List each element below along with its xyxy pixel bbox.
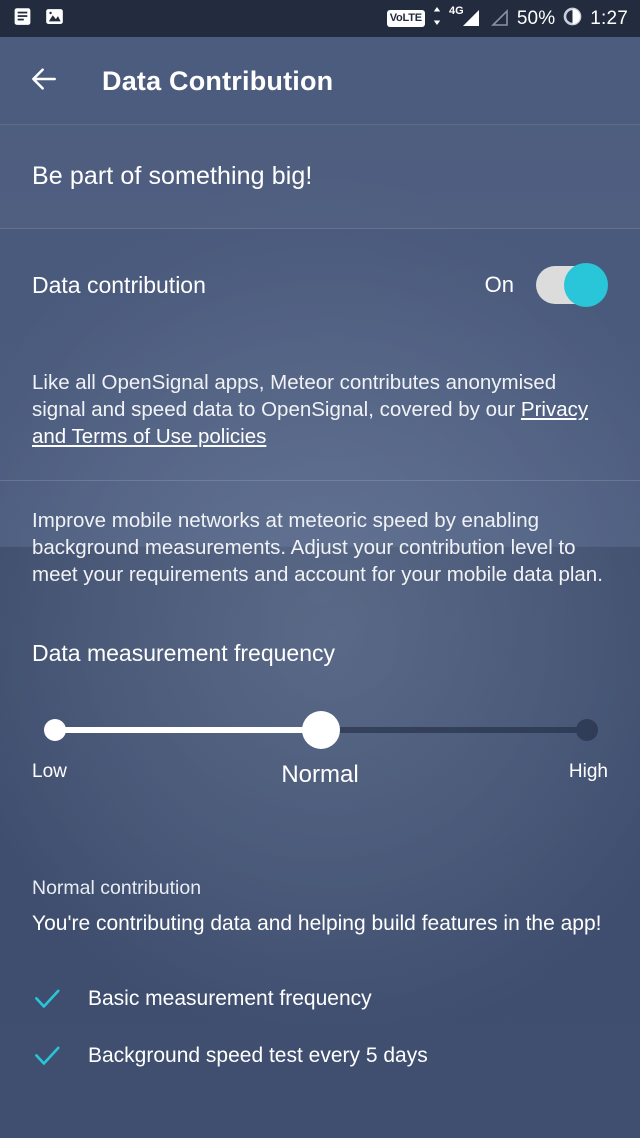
privacy-paragraph: Like all OpenSignal apps, Meteor contrib… <box>32 369 608 450</box>
hero-banner: Be part of something big! <box>0 125 640 228</box>
slider-thumb[interactable] <box>302 711 340 749</box>
battery-circle-icon <box>562 6 583 32</box>
check-icon <box>32 984 66 1014</box>
feature-label: Background speed test every 5 days <box>88 1043 428 1067</box>
frequency-slider-wrapper: Low Normal High <box>0 703 640 823</box>
battery-percent-label: 50% <box>516 8 556 29</box>
volte-badge: VoLTE <box>386 10 425 27</box>
image-icon <box>44 6 65 32</box>
slider-label-normal: Normal <box>281 761 359 788</box>
list-item: Basic measurement frequency <box>32 970 608 1027</box>
status-bar: VoLTE 4G 50% 1:27 <box>0 0 640 37</box>
data-contribution-switch[interactable] <box>536 263 608 307</box>
contribution-summary: Normal contribution You're contributing … <box>0 877 640 936</box>
app-bar: Data Contribution <box>0 37 640 125</box>
list-item: Background speed test every 5 days <box>32 1027 608 1084</box>
privacy-text: Like all OpenSignal apps, Meteor contrib… <box>32 371 557 421</box>
frequency-slider[interactable] <box>44 711 598 749</box>
switch-thumb <box>564 263 608 307</box>
svg-text:4G: 4G <box>449 5 464 17</box>
hero-headline: Be part of something big! <box>32 162 313 190</box>
frequency-section-title: Data measurement frequency <box>32 640 335 666</box>
content-scroll-area: Be part of something big! Data contribut… <box>0 125 640 1084</box>
status-bar-notifications <box>12 6 65 32</box>
description-paragraph: Improve mobile networks at meteoric spee… <box>32 509 603 586</box>
status-bar-indicators: VoLTE 4G 50% 1:27 <box>386 4 628 33</box>
data-contribution-state-label: On <box>484 272 514 297</box>
arrow-left-icon <box>28 63 60 100</box>
slider-label-high: High <box>568 761 608 782</box>
check-icon <box>32 1041 66 1071</box>
message-icon <box>12 6 33 32</box>
feature-list: Basic measurement frequency Background s… <box>0 970 640 1084</box>
slider-tick-low[interactable] <box>44 719 66 741</box>
clock-label: 1:27 <box>590 7 628 29</box>
page-title: Data Contribution <box>102 65 334 96</box>
slider-label-low: Low <box>32 761 67 782</box>
data-contribution-label: Data contribution <box>32 271 206 298</box>
data-transfer-icon <box>432 6 442 31</box>
signal-bars-4g-icon: 4G <box>449 4 483 33</box>
app-screen: VoLTE 4G 50% 1:27 Data Contribution Be p… <box>0 0 640 1138</box>
contribution-level-title: Normal contribution <box>32 877 202 899</box>
description-block: Improve mobile networks at meteoric spee… <box>0 481 640 588</box>
contribution-level-description: You're contributing data and helping bui… <box>32 912 602 935</box>
back-button[interactable] <box>22 59 66 103</box>
data-contribution-control: On <box>485 263 608 307</box>
slider-track-inactive <box>321 727 587 733</box>
privacy-paragraph-block: Like all OpenSignal apps, Meteor contrib… <box>0 341 640 480</box>
signal-bars-empty-icon <box>490 4 510 33</box>
feature-label: Basic measurement frequency <box>88 986 372 1010</box>
slider-tick-high[interactable] <box>576 719 598 741</box>
slider-track-active <box>55 727 321 733</box>
data-contribution-row[interactable]: Data contribution On <box>0 229 640 341</box>
